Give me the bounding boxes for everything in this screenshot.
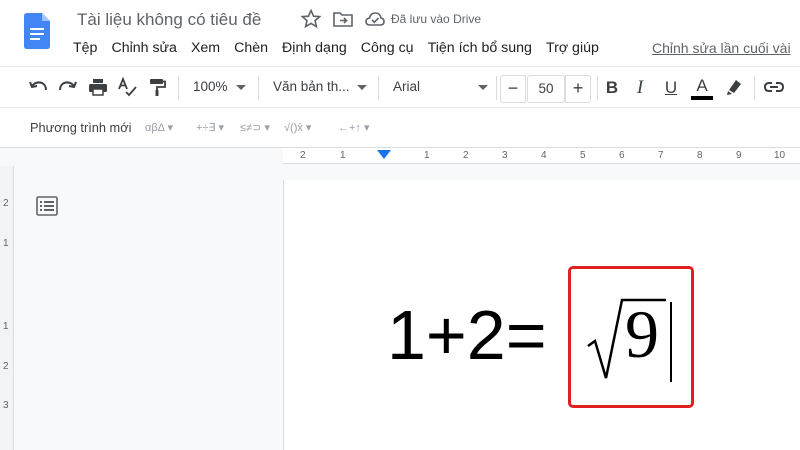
ruler-number: 5 [580,150,586,161]
ruler-number: 10 [774,150,786,161]
arrows-label: ←+↑ [338,122,361,134]
misc-operations-label: +÷∃ [196,122,216,134]
saved-status[interactable]: Đã lưu vào Drive [391,12,481,26]
ruler-number: 1 [424,150,430,161]
menu-edit[interactable]: Chỉnh sửa [104,38,184,60]
font-size-input[interactable]: 50 [527,75,565,103]
toolbar-separator [178,76,179,100]
ruler-number: 6 [619,150,625,161]
math-operations-menu[interactable]: √()x̄ ▾ [284,121,311,134]
menu-view[interactable]: Xem [184,38,227,60]
equation-toolbar: Phương trình mới αβΔ ▾ +÷∃ ▾ ≤≠⊃ ▾ √()x̄… [0,108,800,148]
text-color-button[interactable]: A [691,76,713,100]
undo-icon[interactable] [28,77,48,97]
document-outline-icon[interactable] [36,196,58,216]
toolbar-separator [597,76,598,100]
radicand-value[interactable]: 9 [625,300,659,368]
highlighter-icon[interactable] [724,77,744,97]
toolbar-separator [378,76,379,100]
cloud-check-icon[interactable] [365,11,385,27]
last-edit-link[interactable]: Chỉnh sửa lần cuối vài [652,40,791,56]
menu-tools[interactable]: Công cụ [354,38,421,60]
toolbar-separator [496,76,497,100]
greek-letters-label: αβΔ [145,122,165,134]
ruler-number: 9 [736,150,742,161]
relations-label: ≤≠⊃ [240,122,262,134]
menu-help[interactable]: Trợ giúp [539,38,606,60]
font-select[interactable]: Arial [393,79,420,94]
vertical-ruler[interactable]: 2 1 1 2 3 [0,166,14,450]
ruler-number: 2 [300,150,306,161]
document-title[interactable]: Tài liệu không có tiêu đề [77,10,261,30]
bold-button[interactable]: B [601,76,623,100]
folder-move-icon[interactable] [333,10,353,28]
paint-format-icon[interactable] [147,77,167,97]
ruler-number: 2 [3,198,9,209]
ruler-number: 7 [658,150,664,161]
italic-button[interactable]: I [629,76,651,100]
new-equation-button[interactable]: Phương trình mới [30,120,131,135]
toolbar-separator [258,76,259,100]
ruler-number: 1 [3,238,9,249]
menu-insert[interactable]: Chèn [227,38,275,60]
equation-left-side[interactable]: 1+2= [387,300,547,370]
menu-format[interactable]: Định dạng [275,38,354,60]
main-toolbar: 100% Văn bản th... Arial − 50 + B I U A [0,66,800,108]
star-icon[interactable] [301,9,321,29]
menu-file[interactable]: Tệp [66,38,104,60]
style-caret-icon[interactable] [357,85,367,90]
menu-addons[interactable]: Tiện ích bổ sung [421,38,539,60]
toolbar-separator [754,76,755,100]
style-select[interactable]: Văn bản th... [273,79,350,94]
ruler-number: 3 [502,150,508,161]
print-icon[interactable] [88,77,108,97]
ruler-number: 3 [3,400,9,411]
docs-logo-icon[interactable] [24,13,50,49]
redo-icon[interactable] [58,77,78,97]
menu-bar: Tệp Chỉnh sửa Xem Chèn Định dạng Công cụ… [66,38,606,60]
relations-menu[interactable]: ≤≠⊃ ▾ [240,121,270,134]
text-cursor [670,302,672,382]
zoom-caret-icon[interactable] [236,85,246,90]
font-size-increase-button[interactable]: + [565,75,591,103]
title-bar: Tài liệu không có tiêu đề Đã lưu vào Dri… [0,0,800,66]
spellcheck-icon[interactable] [117,77,137,97]
arrows-menu[interactable]: ←+↑ ▾ [338,121,370,134]
ruler-number: 1 [340,150,346,161]
ruler-number: 1 [3,321,9,332]
underline-button[interactable]: U [660,76,682,100]
zoom-select[interactable]: 100% [193,79,228,94]
horizontal-ruler[interactable]: 2 1 1 2 3 4 5 6 7 8 9 10 [283,148,800,164]
font-size-decrease-button[interactable]: − [500,75,526,103]
math-operations-label: √()x̄ [284,122,303,134]
ruler-number: 2 [463,150,469,161]
link-icon[interactable] [764,77,784,97]
ruler-number: 4 [541,150,547,161]
greek-letters-menu[interactable]: αβΔ ▾ [145,121,173,134]
indent-marker-icon[interactable] [377,150,391,159]
misc-operations-menu[interactable]: +÷∃ ▾ [196,121,224,134]
ruler-number: 2 [3,361,9,372]
ruler-number: 8 [697,150,703,161]
font-caret-icon[interactable] [478,85,488,90]
